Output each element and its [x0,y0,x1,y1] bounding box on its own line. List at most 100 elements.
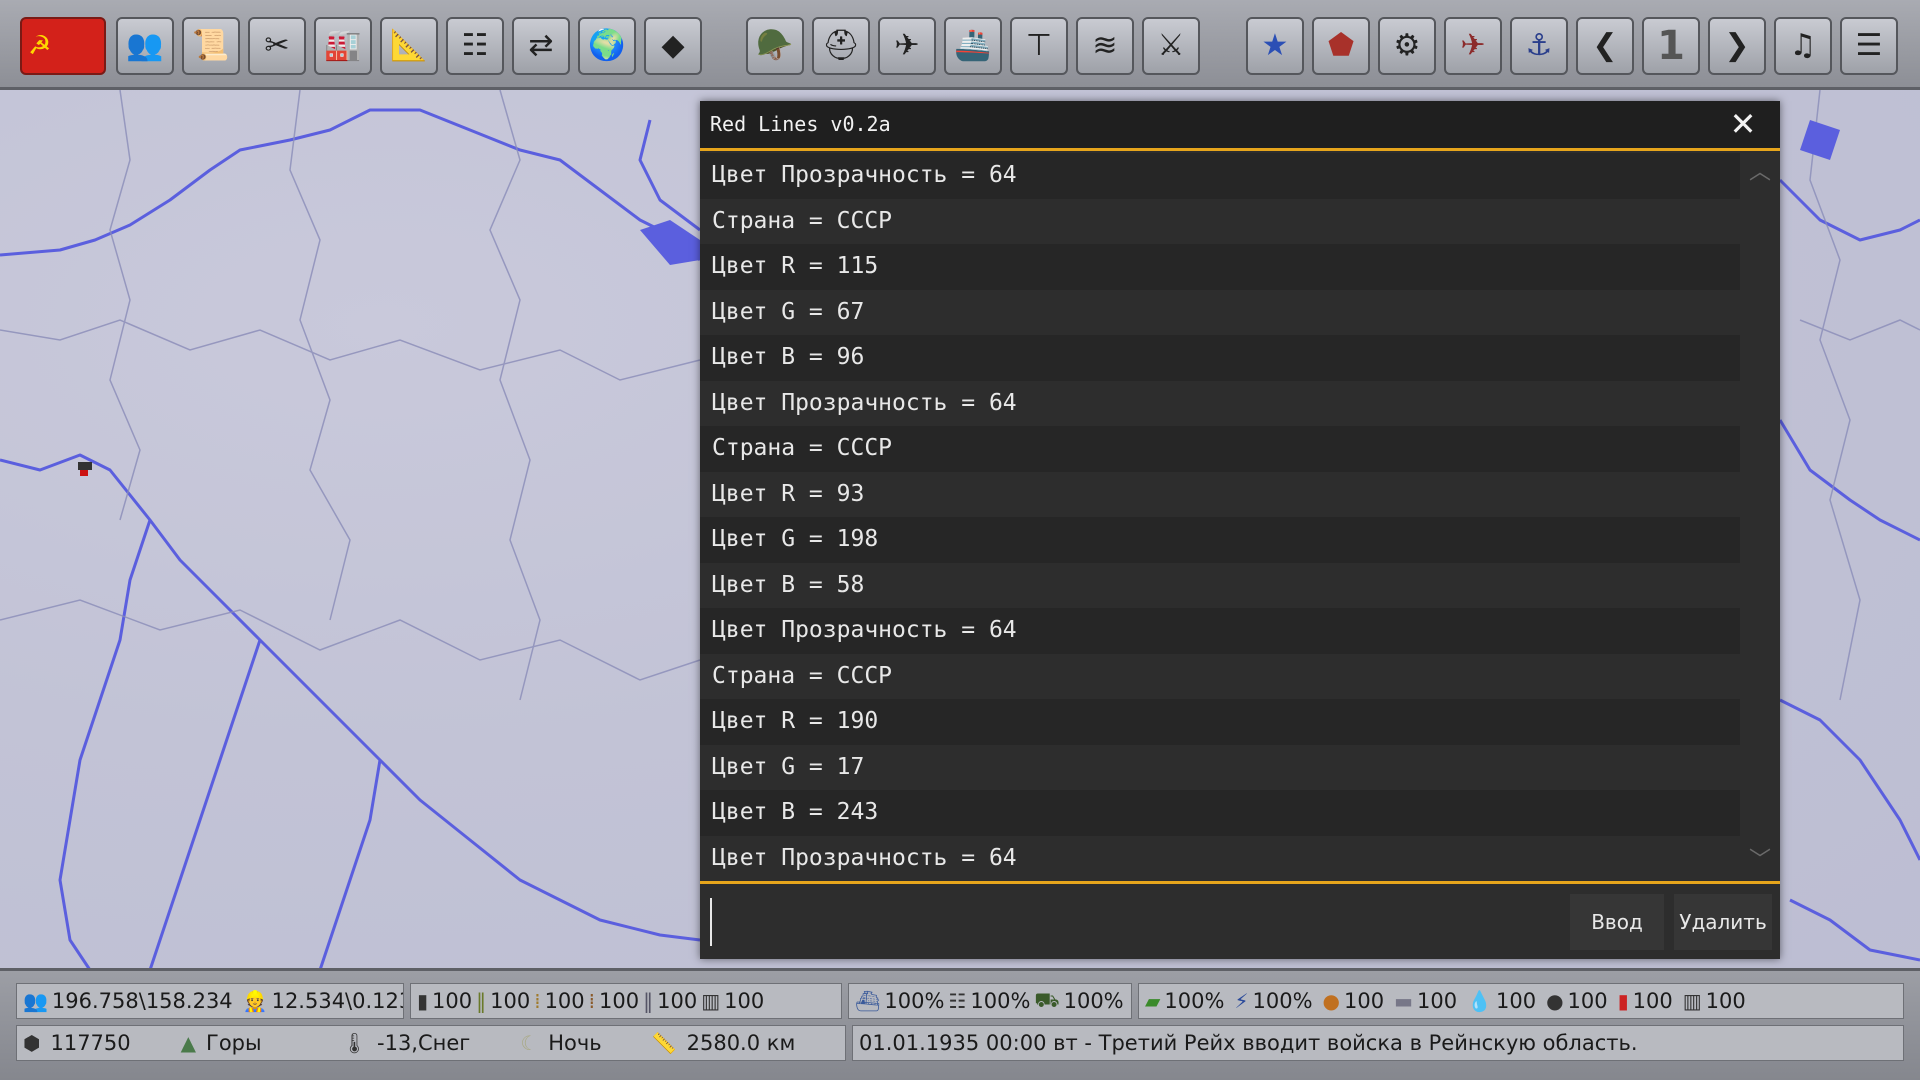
hierarchy-button[interactable]: ⊤ [1010,17,1068,75]
news-panel[interactable]: 01.01.1935 00:00 вт - Третий Рейх вводит… [852,1025,1904,1061]
globe-button[interactable]: 🌍 [578,17,636,75]
ammo-6: 100 [724,989,765,1013]
delete-button[interactable]: Удалить [1674,894,1772,950]
diplomacy-button[interactable]: 📜 [182,17,240,75]
resource-oil: 100 [1495,989,1537,1013]
research-button[interactable]: 📐 [380,17,438,75]
log-row: Цвет G = 67 [700,289,1740,335]
log-row: Цвет R = 115 [700,244,1740,290]
console-header: Red Lines v0.2a ✕ [700,101,1780,151]
crossed-swords-icon: ⚔ [1157,28,1185,63]
music-button[interactable]: ♫ [1774,17,1832,75]
fuel-can-icon: ▮ [1617,989,1629,1013]
log-row: Страна = СССР [700,198,1740,244]
menu-button[interactable]: ☰ [1840,17,1898,75]
tools-button[interactable]: ✂ [248,17,306,75]
star-button[interactable]: ★ [1246,17,1304,75]
star-icon: ★ [1261,28,1289,63]
ammo-type-4-icon: ⁞ [588,989,596,1013]
rail-icon: ☷ [948,989,967,1013]
diplomacy-icon: 📜 [192,28,230,63]
transport-sea: 100% [884,989,945,1013]
population-button[interactable]: 👥 [116,17,174,75]
resource-coal: 100 [1567,989,1608,1013]
ammo-type-6-icon: ▥ [701,989,721,1013]
shield-icon: ⬟ [1327,28,1355,63]
railway-button[interactable]: ☷ [446,17,504,75]
province-id: 117750 [50,1031,131,1055]
aircraft-button[interactable]: ✈ [878,17,936,75]
hexagon-icon: ⬢ [23,1031,41,1055]
log-row: Цвет B = 243 [700,790,1740,836]
log-row: Цвет B = 96 [700,335,1740,381]
close-icon: ✕ [1729,105,1757,143]
aircraft-icon: ✈ [894,28,920,63]
supply-lines-button[interactable]: ≋ [1076,17,1134,75]
oil-icon: 💧 [1467,989,1492,1013]
ammo-type-1-icon: ▮ [417,989,429,1013]
time-of-day-value: Ночь [548,1031,602,1055]
console-scrollbar[interactable]: ︿ ﹀ [1740,153,1780,881]
command-input[interactable] [710,898,1396,946]
ammo-type-2-icon: ‖ [476,989,487,1013]
resource-money: 100% [1164,989,1225,1013]
chevron-up-icon[interactable]: ︿ [1746,161,1774,185]
steel-icon: ▬ [1394,989,1413,1013]
log-row: Цвет B = 58 [700,562,1740,608]
bottom-status-bar: 👥 196.758\158.234 👷 12.534\0.123 ▮ 100 ‖ 1… [0,968,1920,1080]
ussr-flag-button[interactable]: ☭ [20,17,106,75]
industry-icon: 🏭 [324,28,362,63]
night-icon: ☾ [520,1031,539,1055]
anchor-button[interactable]: ⚓ [1510,17,1568,75]
ruler-icon: 📏 [651,1031,677,1055]
transport-road: 100% [1063,989,1124,1013]
log-row: Страна = СССР [700,653,1740,699]
supply-lines-icon: ≋ [1092,28,1118,63]
console-log[interactable]: Цвет Прозрачность = 64 Страна = СССР Цве… [700,153,1740,881]
resource-energy: 100% [1252,989,1313,1013]
crossed-swords-button[interactable]: ⚔ [1142,17,1200,75]
console-input-bar: Ввод Удалить [700,881,1780,959]
barrel-icon: ▥ [1682,989,1702,1013]
helmet-button[interactable]: ⛑ [812,17,870,75]
log-row: Цвет Прозрачность = 64 [700,153,1740,199]
trade-icon: ⇄ [528,28,554,63]
workers-value: 12.534\0.123 [271,989,404,1013]
enter-button[interactable]: Ввод [1570,894,1664,950]
transport-rail: 100% [970,989,1031,1013]
prev-button[interactable]: ❮ [1576,17,1634,75]
ship-icon: ⛴ [855,989,881,1013]
industry-button[interactable]: 🏭 [314,17,372,75]
ammo-type-5-icon: ‖ [643,989,654,1013]
log-row: Цвет R = 93 [700,471,1740,517]
resources-panel: ▰ 100% ⚡ 100% ● 100 ▬ 100 💧 100 ● 100 ▮ 100 ▥ 10… [1138,983,1904,1019]
infantry-button[interactable]: 🪖 [746,17,804,75]
espionage-button[interactable]: ◆ [644,17,702,75]
battleship-button[interactable]: 🚢 [944,17,1002,75]
chevron-left-icon: ❮ [1592,28,1618,63]
chevron-down-icon[interactable]: ﹀ [1746,849,1774,873]
resource-steel: 100 [1416,989,1458,1013]
battleship-icon: 🚢 [954,28,992,63]
close-button[interactable]: ✕ [1728,108,1758,140]
shield-button[interactable]: ⬟ [1312,17,1370,75]
truck-icon: ⛟ [1034,987,1060,1012]
manpower-panel: 👥 196.758\158.234 👷 12.534\0.123 [16,983,404,1019]
mountain-icon: ▲ [180,1031,197,1055]
resource-fuel: 100 [1632,989,1673,1013]
log-row: Цвет Прозрачность = 64 [700,608,1740,654]
distance-value: 2580.0 км [686,1031,796,1055]
trade-button[interactable]: ⇄ [512,17,570,75]
ammo-5: 100 [657,989,698,1013]
transport-panel: ⛴ 100% ☷ 100% ⛟ 100% [848,983,1132,1019]
army-unit-marker [78,462,92,476]
hierarchy-icon: ⊤ [1025,28,1053,63]
food-icon: ● [1322,989,1340,1013]
factory-button[interactable]: ⚙ [1378,17,1436,75]
plane-button[interactable]: ✈ [1444,17,1502,75]
music-icon: ♫ [1789,28,1817,63]
next-button[interactable]: ❯ [1708,17,1766,75]
resource-food: 100 [1343,989,1385,1013]
hammer-sickle-icon: ☭ [28,31,52,61]
tools-icon: ✂ [264,28,290,63]
